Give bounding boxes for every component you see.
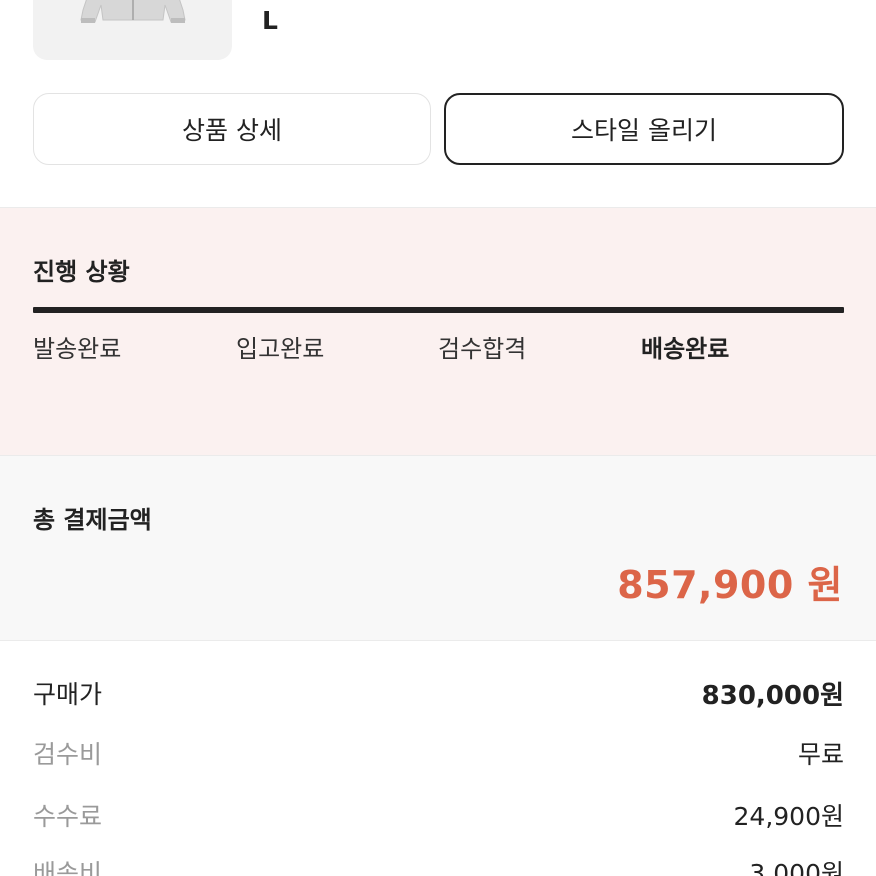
total-payment-amount: 857,900 원 xyxy=(617,563,843,607)
progress-step-delivered: 배송완료 xyxy=(641,335,730,363)
jacket-image-icon xyxy=(80,0,186,23)
upload-style-button[interactable]: 스타일 올리기 xyxy=(444,93,844,165)
progress-step-inspected: 검수합격 xyxy=(438,335,527,363)
progress-step-shipped: 발송완료 xyxy=(33,335,122,363)
fee-row-inspection: 검수비 무료 xyxy=(33,733,844,773)
total-payment-title: 총 결제금액 xyxy=(33,506,152,534)
fee-row-commission: 수수료 24,900원 xyxy=(33,795,844,835)
fee-row-shipping: 배송비 3,000원 xyxy=(33,852,844,876)
progress-bar xyxy=(33,307,844,313)
fee-row-purchase-price: 구매가 830,000원 xyxy=(33,673,844,713)
fee-label: 검수비 xyxy=(33,740,103,769)
product-thumbnail[interactable] xyxy=(33,0,232,60)
product-size: L xyxy=(262,6,278,35)
fee-value: 3,000원 xyxy=(749,859,844,876)
fee-value: 830,000원 xyxy=(701,680,844,711)
total-payment-section: 총 결제금액 857,900 원 xyxy=(0,455,876,641)
product-detail-button[interactable]: 상품 상세 xyxy=(33,93,431,165)
progress-title: 진행 상황 xyxy=(33,258,130,286)
fee-value: 24,900원 xyxy=(733,802,844,831)
progress-step-received: 입고완료 xyxy=(236,335,325,363)
fee-label: 구매가 xyxy=(33,680,103,709)
fee-label: 수수료 xyxy=(33,802,103,831)
fee-value: 무료 xyxy=(797,740,844,769)
fee-label: 배송비 xyxy=(33,859,103,876)
progress-section: 진행 상황 발송완료 입고완료 검수합격 배송완료 xyxy=(0,207,876,455)
